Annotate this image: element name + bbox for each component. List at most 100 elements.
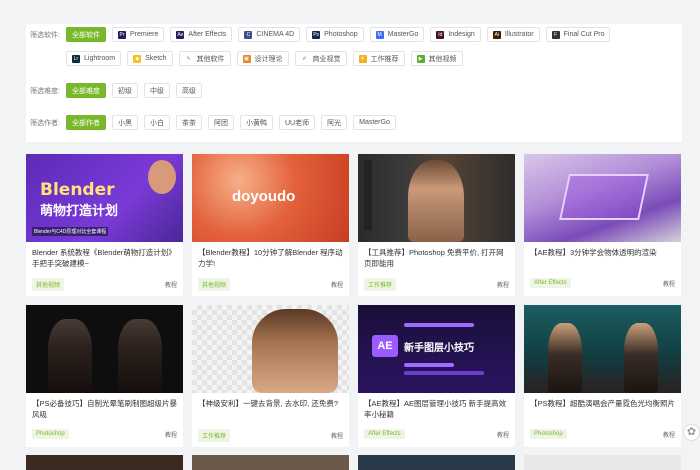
type-label: 教程 [662, 281, 675, 288]
card-title[interactable]: 【PS必备技巧】自制光晕笔刷制图超级片暴风吸 [32, 398, 178, 420]
tag-work-recommend[interactable]: ✕ 工作推荐 [352, 51, 405, 66]
tutorial-card[interactable]: 【AE教程】3分钟学会物体透明的渲染 After Effects 教程 [524, 154, 681, 296]
tag-author-atuan[interactable]: 阿团 [208, 115, 234, 130]
category-badge[interactable]: After Effects [530, 278, 571, 288]
tag-advanced[interactable]: 高级 [176, 83, 202, 98]
tutorial-card[interactable]: 【PS必备技巧】自制光晕笔刷制图超级片暴风吸 Photoshop 教程 [26, 305, 183, 447]
design-theory-icon: ▣ [242, 54, 251, 63]
tag-author-xiaohuangya[interactable]: 小黄鸭 [240, 115, 273, 130]
category-badge[interactable]: 工作推荐 [198, 429, 231, 442]
tag-sketch[interactable]: ◆ Sketch [127, 51, 173, 66]
tag-label: 初级 [118, 87, 132, 95]
tag-final-cut-pro[interactable]: F Final Cut Pro [545, 27, 611, 42]
tag-cinema4d[interactable]: C CINEMA 4D [238, 27, 301, 42]
card-thumbnail-partial[interactable] [192, 455, 349, 470]
filter-row-author: 筛选作者: 全部作者 小黑 小白 茶茶 阿团 小黄鸭 UU老师 阿光 Maste… [30, 115, 402, 130]
tag-label: 小黑 [118, 119, 132, 127]
tag-intermediate[interactable]: 中级 [144, 83, 170, 98]
tag-author-mastergo[interactable]: MasterGo [353, 115, 396, 130]
other-software-icon: ✎ [184, 54, 193, 63]
card-footer: 其他视频 教程 [198, 278, 343, 291]
card-thumbnail[interactable]: Blender 萌物打造计划 Blender与C4D原理对比全套课程 [26, 154, 183, 242]
card-thumbnail[interactable]: doyoudo [192, 154, 349, 242]
tutorial-card[interactable]: AE 新手图层小技巧 【AE教程】AE图层管理小技巧 新手提高效率小秘籍 Aft… [358, 305, 515, 447]
performer-figure [548, 323, 582, 393]
category-badge[interactable]: After Effects [364, 429, 405, 439]
tag-all-difficulty[interactable]: 全部难度 [66, 83, 106, 98]
tag-all-software[interactable]: 全部软件 [66, 27, 106, 42]
type-label: 教程 [330, 434, 343, 440]
tag-label: Sketch [145, 55, 167, 62]
tag-label: CINEMA 4D [256, 31, 295, 38]
tag-author-chacha[interactable]: 茶茶 [176, 115, 202, 130]
card-title[interactable]: 【Blender教程】10分钟了解Blender 程序动力学! [198, 247, 344, 269]
tag-all-authors[interactable]: 全部作者 [66, 115, 106, 130]
thumbnail-text: 新手图层小技巧 [404, 343, 474, 354]
tag-label: 中级 [150, 87, 164, 95]
card-footer: 工作推荐 教程 [364, 278, 509, 291]
category-badge[interactable]: 工作推荐 [364, 278, 397, 291]
type-label: 教程 [164, 432, 177, 439]
toolbar-strip [364, 160, 372, 230]
sketch-icon: ◆ [133, 54, 142, 63]
tag-label: 小白 [150, 119, 164, 127]
card-title[interactable]: Blender 系统教程《Blender萌物打造计划》手把手突破建模~ [32, 247, 178, 269]
category-badge[interactable]: 其他视频 [32, 278, 65, 291]
tag-label: Premiere [130, 31, 159, 38]
card-thumbnail-partial[interactable] [358, 455, 515, 470]
performer-figure [624, 323, 658, 393]
tag-label: Final Cut Pro [563, 31, 605, 38]
tag-illustrator[interactable]: Ai Illustrator [486, 27, 540, 42]
tag-label: UU老师 [285, 119, 310, 127]
tag-other-video[interactable]: ▶ 其他视频 [410, 51, 463, 66]
filter-panel: 筛选软件: 全部软件 Pr Premiere Ae After Effects CC… [26, 24, 682, 142]
card-thumbnail[interactable]: AE 新手图层小技巧 [358, 305, 515, 393]
card-thumbnail-partial[interactable] [26, 455, 183, 470]
card-footer: 其他视频 教程 [32, 278, 177, 291]
portrait-figure [252, 309, 338, 393]
tutorial-card[interactable]: 【PS教程】超酷演唱会产量霓色光均衡照片 Photoshop 教程 [524, 305, 681, 447]
tag-mastergo[interactable]: M MasterGo [369, 27, 425, 42]
type-label: 教程 [164, 283, 177, 289]
tag-beginner[interactable]: 初级 [112, 83, 138, 98]
tag-lightroom[interactable]: Lr Lightroom [66, 51, 122, 66]
filter-label: 筛选作者: [30, 119, 60, 127]
tutorial-grid: Blender 萌物打造计划 Blender与C4D原理对比全套课程 Blend… [26, 154, 682, 447]
card-title[interactable]: 【AE教程】AE图层管理小技巧 新手提高效率小秘籍 [364, 398, 510, 420]
transparent-object [559, 174, 649, 220]
tag-author-xiaohei[interactable]: 小黑 [112, 115, 138, 130]
card-title[interactable]: 【AE教程】3分钟学会物体透明的渲染 [530, 247, 676, 269]
card-title[interactable]: 【PS教程】超酷演唱会产量霓色光均衡照片 [530, 398, 676, 420]
tutorial-card[interactable]: 【神级安利】一键去背景, 去水印, 还免费? 工作推荐 教程 [192, 305, 349, 447]
tag-commercial-visual[interactable]: ✐ 商业视觉 [294, 51, 347, 66]
card-thumbnail-partial[interactable] [524, 455, 681, 470]
tag-after-effects[interactable]: Ae After Effects [170, 27, 233, 42]
card-thumbnail[interactable] [524, 305, 681, 393]
category-badge[interactable]: Photoshop [530, 429, 567, 439]
tag-author-aguang[interactable]: 阿光 [321, 115, 348, 130]
card-thumbnail[interactable] [358, 154, 515, 242]
card-title[interactable]: 【神级安利】一键去背景, 去水印, 还免费? [198, 398, 344, 420]
tag-other-software[interactable]: ✎ 其他软件 [178, 51, 231, 66]
commercial-visual-icon: ✐ [300, 54, 309, 63]
tutorial-card[interactable]: 【工具推荐】Photoshop 免费平价, 打开网页即能用 工作推荐 教程 [358, 154, 515, 296]
customer-service-icon[interactable]: ✿ [683, 424, 700, 441]
card-footer: Photoshop 教程 [32, 429, 177, 439]
card-thumbnail[interactable] [26, 305, 183, 393]
card-thumbnail[interactable] [524, 154, 681, 242]
tag-indesign[interactable]: Id Indesign [430, 27, 481, 42]
category-badge[interactable]: 其他视频 [198, 278, 231, 291]
tutorial-card[interactable]: doyoudo 【Blender教程】10分钟了解Blender 程序动力学! … [192, 154, 349, 296]
tag-premiere[interactable]: Pr Premiere [112, 27, 165, 42]
tag-author-uu[interactable]: UU老师 [279, 115, 316, 130]
card-title[interactable]: 【工具推荐】Photoshop 免费平价, 打开网页即能用 [364, 247, 510, 269]
tag-photoshop[interactable]: Ps Photoshop [306, 27, 364, 42]
tag-design-theory[interactable]: ▣ 设计理论 [236, 51, 289, 66]
tag-label: 其他软件 [196, 55, 225, 63]
type-label: 教程 [330, 283, 343, 289]
tag-author-xiaobai[interactable]: 小白 [144, 115, 170, 130]
tag-label: 高级 [182, 87, 196, 95]
category-badge[interactable]: Photoshop [32, 429, 69, 439]
tutorial-card[interactable]: Blender 萌物打造计划 Blender与C4D原理对比全套课程 Blend… [26, 154, 183, 296]
card-thumbnail[interactable] [192, 305, 349, 393]
